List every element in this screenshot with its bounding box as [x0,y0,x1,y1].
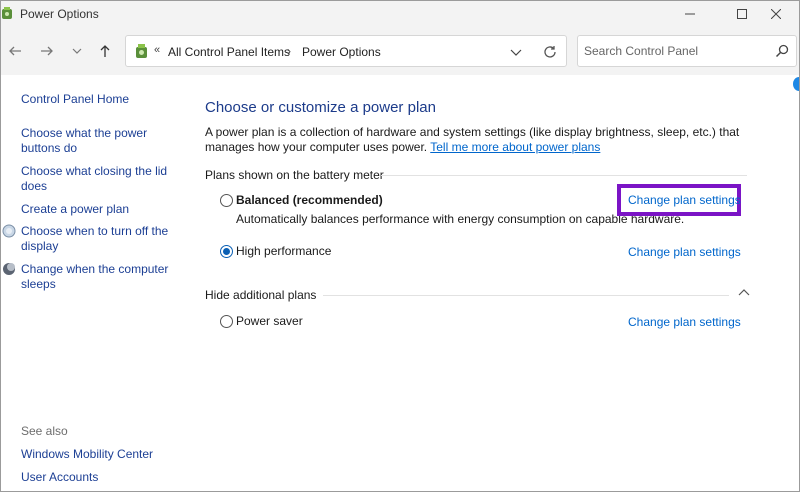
chevron-up-icon[interactable] [737,287,751,299]
chevron-down-icon [72,48,82,54]
refresh-icon [544,46,556,58]
search-input[interactable] [584,42,764,60]
plan-name-power-saver[interactable]: Power saver [236,314,303,328]
address-history-dropdown[interactable] [506,42,526,62]
battery-meter-group-label: Plans shown on the battery meter [205,168,384,182]
search-box[interactable] [577,35,797,67]
plan-radio-power-saver[interactable] [220,315,233,328]
breadcrumb-all-control-panel-items[interactable]: All Control Panel Items [168,45,290,59]
window-title: Power Options [20,7,99,21]
hide-additional-plans-label[interactable]: Hide additional plans [205,288,316,302]
sidebar-link-computer-sleeps[interactable]: Change when the computer sleeps [21,262,171,292]
arrow-up-icon [100,45,110,57]
up-button[interactable] [95,41,115,61]
breadcrumb-power-options[interactable]: Power Options [302,45,381,59]
refresh-button[interactable] [540,42,560,62]
search-icon[interactable] [774,43,790,59]
power-options-window: Power Options « All Control Panel Items … [0,0,800,492]
page-title: Choose or customize a power plan [205,99,436,116]
learn-more-link[interactable]: Tell me more about power plans [430,140,600,154]
group-divider [381,175,747,176]
back-button[interactable] [5,41,25,61]
close-icon [771,9,781,19]
change-plan-settings-link-balanced[interactable]: Change plan settings [628,193,741,207]
sidebar-link-create-plan[interactable]: Create a power plan [21,202,171,217]
plan-radio-balanced[interactable] [220,194,233,207]
see-also-user-accounts[interactable]: User Accounts [21,470,171,485]
change-plan-settings-link-high-performance[interactable]: Change plan settings [628,245,741,259]
forward-button[interactable] [37,41,57,61]
change-plan-settings-link-power-saver[interactable]: Change plan settings [628,315,741,329]
display-monitor-icon [2,224,16,238]
sleep-moon-icon [3,263,15,275]
minimize-icon [685,13,695,15]
recent-locations-button[interactable] [67,41,87,61]
title-bar: Power Options [1,1,799,27]
arrow-left-icon [9,46,21,56]
address-overflow-chevron[interactable]: « [154,44,160,56]
group-divider [323,295,729,296]
power-options-app-icon [2,7,12,19]
control-panel-home-link[interactable]: Control Panel Home [21,92,171,107]
plan-radio-high-performance[interactable] [220,245,233,258]
highlighted-change-plan-settings: Change plan settings [617,184,741,216]
notification-badge [793,77,799,91]
plan-name-high-performance[interactable]: High performance [236,244,331,258]
sidebar-link-closing-lid[interactable]: Choose what closing the lid does [21,164,171,194]
arrow-right-icon [41,46,53,56]
see-also-heading: See also [21,424,68,438]
plan-name-balanced[interactable]: Balanced (recommended) [236,193,383,207]
maximize-icon [737,9,747,19]
page-description: A power plan is a collection of hardware… [205,125,745,155]
see-also-windows-mobility-center[interactable]: Windows Mobility Center [21,447,171,462]
chevron-down-icon [510,49,522,56]
sidebar-link-power-buttons[interactable]: Choose what the power buttons do [21,126,171,156]
minimize-button[interactable] [667,1,713,27]
address-bar[interactable]: « All Control Panel Items › Power Option… [125,35,567,67]
power-options-location-icon [136,44,147,58]
sidebar-link-turn-off-display[interactable]: Choose when to turn off the display [21,224,171,254]
breadcrumb-separator[interactable]: › [287,44,291,58]
navigation-bar: « All Control Panel Items › Power Option… [1,27,799,75]
close-button[interactable] [753,1,799,27]
